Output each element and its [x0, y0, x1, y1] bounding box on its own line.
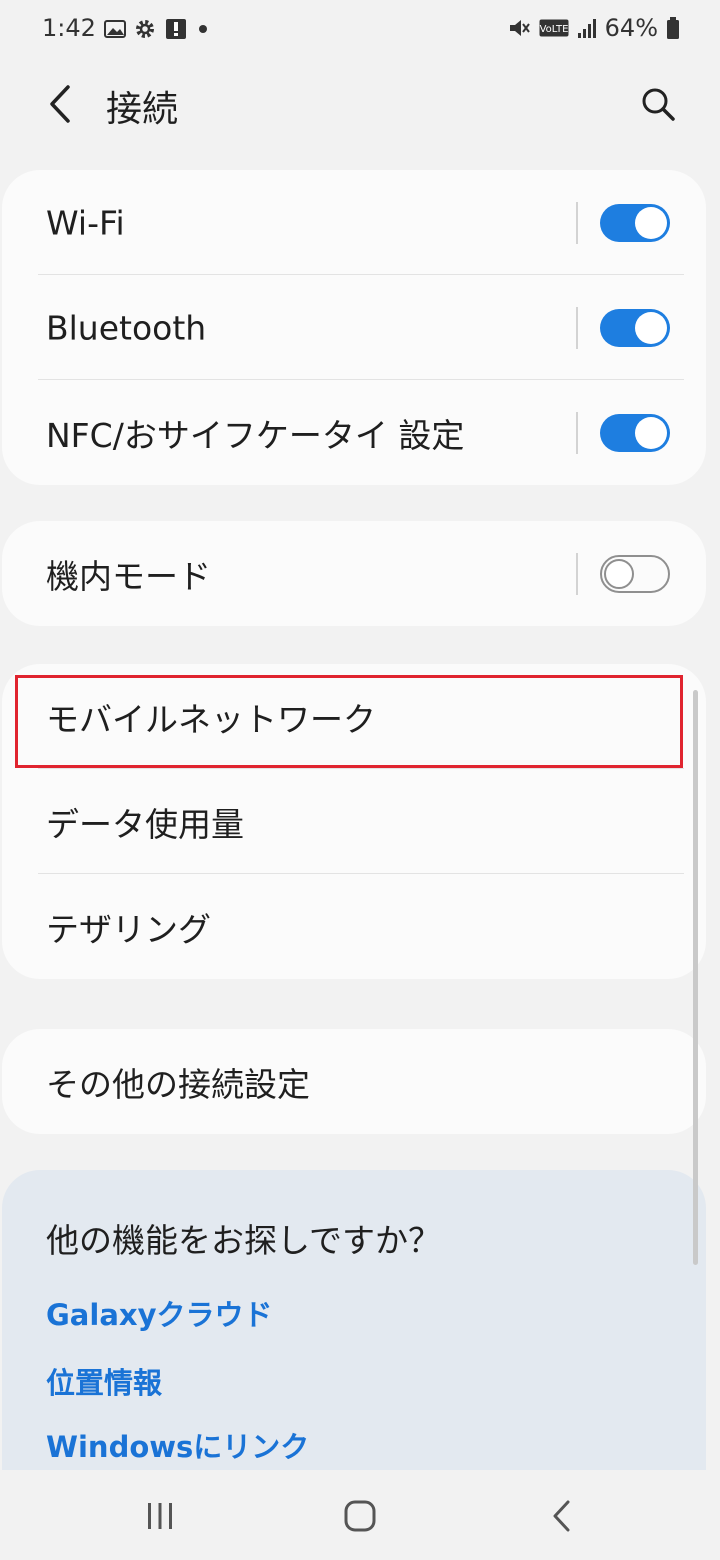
row-label-airplane-mode: 機内モード	[46, 556, 211, 596]
volte-icon: VoLTE	[539, 19, 569, 37]
battery-percent: 64%	[604, 14, 658, 42]
recent-apps-button[interactable]	[130, 1492, 190, 1540]
row-separator	[576, 306, 578, 349]
settings-row-airplane-mode[interactable]: 機内モード	[2, 521, 706, 626]
status-time: 1:42	[42, 14, 96, 42]
toggle-knob	[635, 416, 667, 449]
toggle-knob	[635, 311, 667, 344]
suggestions-title: 他の機能をお探しですか？	[46, 1221, 442, 1260]
status-bar: 1:42 VoLTE 64%	[0, 0, 720, 60]
row-separator	[576, 552, 578, 595]
recents-icon	[148, 1503, 172, 1529]
toggle-knob	[604, 558, 634, 589]
settings-row-nfc[interactable]: NFC/おサイフケータイ 設定	[2, 380, 706, 485]
gear-icon	[136, 20, 154, 38]
svg-text:VoLTE: VoLTE	[539, 24, 568, 35]
gallery-icon	[104, 20, 126, 38]
notification-dot-icon	[199, 25, 207, 33]
row-separator	[576, 411, 578, 454]
link-galaxy-cloud[interactable]: Galaxyクラウド	[46, 1292, 273, 1334]
search-icon	[642, 88, 675, 121]
airplane-mode-toggle[interactable]	[600, 554, 670, 593]
row-label-tethering: テザリング	[46, 909, 211, 949]
page-title: 接続	[106, 89, 179, 130]
chevron-left-icon	[50, 85, 70, 123]
suggestions-card: 他の機能をお探しですか？ Galaxyクラウド 位置情報 Windowsにリンク	[2, 1170, 706, 1470]
settings-row-data-usage[interactable]: データ使用量	[2, 769, 706, 874]
row-label-data-usage: データ使用量	[46, 804, 244, 844]
sim-alert-icon	[166, 19, 186, 39]
back-button[interactable]	[40, 82, 80, 126]
airplane-card: 機内モード	[2, 521, 706, 626]
connections-card: Wi-Fi Bluetooth NFC/おサイフケータイ 設定	[2, 170, 706, 485]
other-settings-card: その他の接続設定	[2, 1029, 706, 1134]
navigation-bar	[0, 1470, 720, 1560]
search-button[interactable]	[636, 82, 680, 126]
home-button[interactable]	[330, 1492, 390, 1540]
settings-row-tethering[interactable]: テザリング	[2, 874, 706, 979]
row-label-nfc: NFC/おサイフケータイ 設定	[46, 415, 465, 455]
row-separator	[576, 201, 578, 244]
battery-icon	[667, 17, 679, 39]
settings-row-bluetooth[interactable]: Bluetooth	[2, 275, 706, 380]
highlight-box	[15, 675, 683, 768]
row-label-more-connection-settings: その他の接続設定	[46, 1064, 310, 1104]
home-icon	[344, 1500, 376, 1532]
row-label-wifi: Wi-Fi	[46, 203, 125, 242]
app-header: 接続	[0, 60, 720, 150]
status-system-icons: VoLTE 64%	[507, 14, 680, 42]
signal-icon	[577, 19, 596, 38]
status-notification-icons	[104, 17, 210, 41]
settings-row-more-connection-settings[interactable]: その他の接続設定	[2, 1029, 706, 1134]
scrollbar[interactable]	[693, 690, 698, 1265]
bluetooth-toggle[interactable]	[600, 308, 670, 347]
link-windows[interactable]: Windowsにリンク	[46, 1424, 309, 1466]
row-label-bluetooth: Bluetooth	[46, 308, 207, 347]
link-location[interactable]: 位置情報	[46, 1360, 162, 1402]
back-arrow-icon	[553, 1500, 570, 1532]
wifi-toggle[interactable]	[600, 203, 670, 242]
nav-back-button[interactable]	[532, 1492, 592, 1540]
mute-icon	[509, 20, 530, 36]
nfc-toggle[interactable]	[600, 413, 670, 452]
toggle-knob	[635, 206, 667, 239]
settings-row-wifi[interactable]: Wi-Fi	[2, 170, 706, 275]
